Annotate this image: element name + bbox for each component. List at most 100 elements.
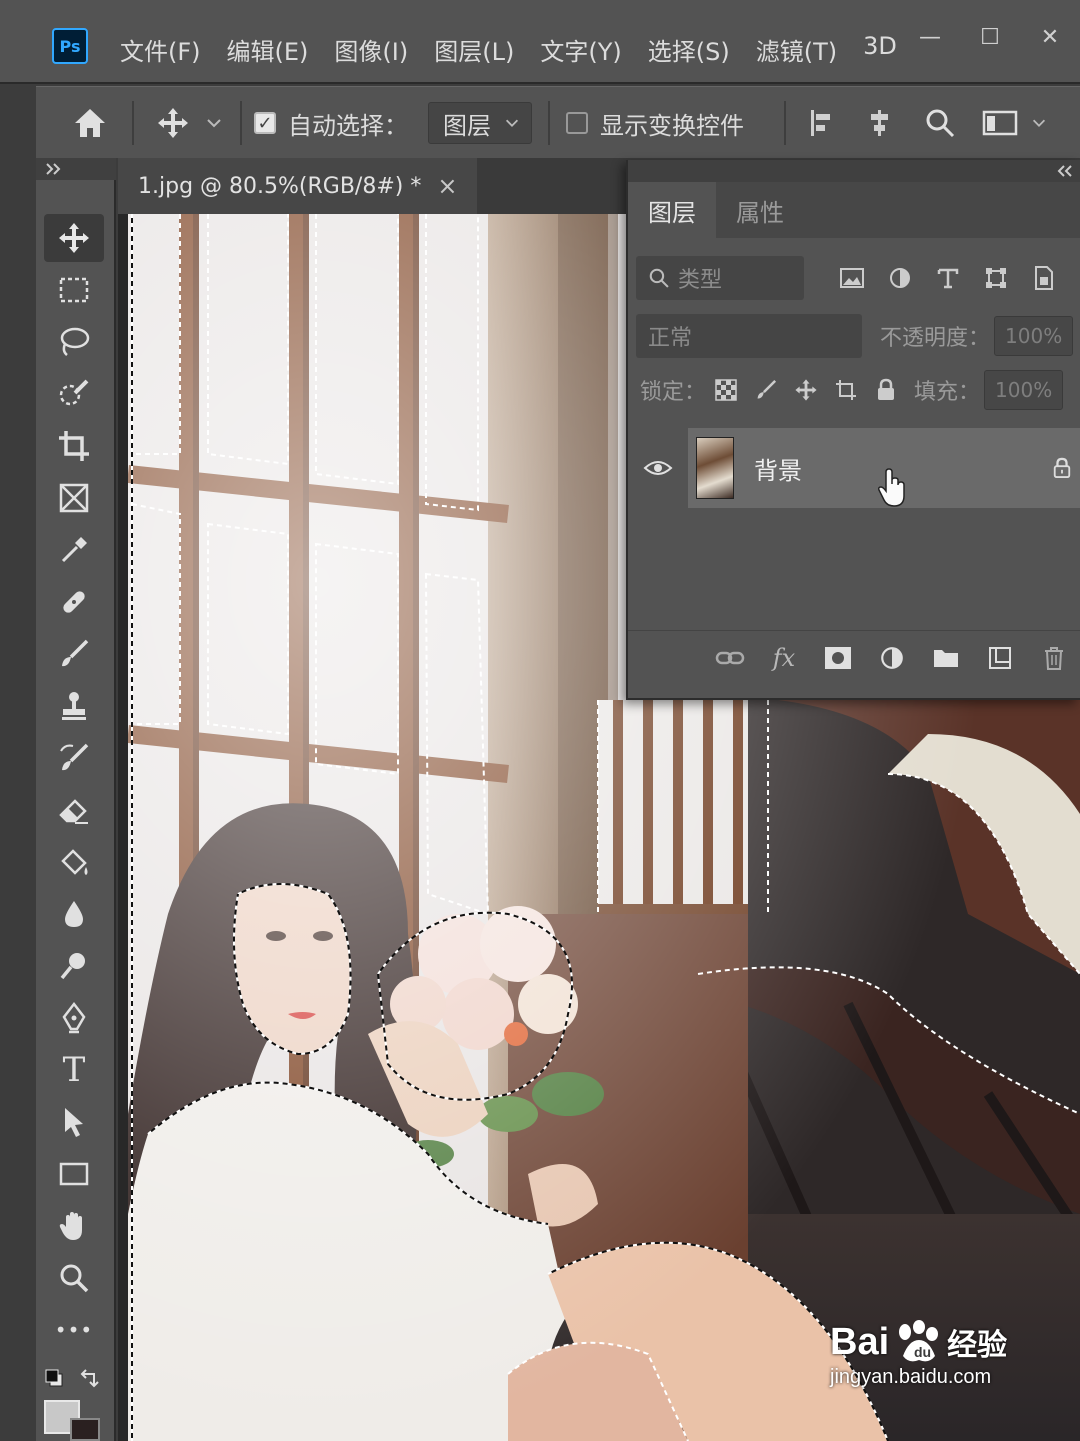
menu-type[interactable]: 文字(Y) [528,28,633,71]
show-transform-label: 显示变换控件 [600,111,744,140]
align-left-icon [811,110,830,136]
filter-type-button[interactable] [928,258,968,298]
rectangle-tool[interactable] [44,1150,104,1198]
menu-image[interactable]: 图像(I) [322,28,420,71]
tab-layers[interactable]: 图层 [628,182,716,238]
shape-transform-icon [986,268,1006,288]
auto-select-checkbox[interactable]: ✓ 自动选择： [254,87,408,159]
toolbar-collapse-strip[interactable] [36,158,116,180]
stamp-icon [62,692,86,720]
menu-file[interactable]: 文件(F) [108,28,213,71]
frame-tool[interactable] [44,474,104,522]
layer-row-background[interactable]: 背景 [688,428,1080,508]
menu-layer[interactable]: 图层(L) [422,28,526,71]
delete-layer-button[interactable] [1034,638,1074,678]
move-tool[interactable] [44,214,104,262]
layer-visibility-toggle[interactable] [638,448,678,488]
menu-filter[interactable]: 滤镜(T) [744,28,849,71]
type-tool[interactable]: T [44,1046,104,1094]
chevron-down-icon [207,119,221,128]
smart-object-icon [1035,266,1053,290]
lock-artboard-button[interactable] [826,370,866,410]
link-icon [715,651,745,664]
auto-select-target-dropdown[interactable]: 图层 [428,102,532,144]
minimize-button[interactable]: — [900,20,960,54]
tab-properties[interactable]: 属性 [716,182,804,238]
document-title: 1.jpg @ 80.5%(RGB/8#) * [138,173,422,199]
crop-tool[interactable] [44,422,104,470]
checkbox-empty-icon [566,112,588,134]
more-tools-button[interactable]: ••• [44,1306,104,1354]
eyedropper-tool[interactable] [44,526,104,574]
opacity-value: 100% [1005,324,1063,348]
blur-tool[interactable] [44,890,104,938]
lock-position-button[interactable] [786,370,826,410]
options-bar: ✓ 自动选择： 图层 显示变换控件 [36,86,1080,158]
type-icon: T [62,1050,86,1090]
maximize-button[interactable]: ☐ [960,20,1020,54]
brush-icon [757,379,777,399]
hand-tool[interactable] [44,1202,104,1250]
eye-icon [643,461,673,475]
home-icon [75,109,105,137]
panel-tabs: 图层 属性 [628,182,1080,238]
lock-all-button[interactable] [866,370,906,410]
opacity-input[interactable]: 100% [994,316,1074,356]
move-icon [795,379,817,401]
search-button[interactable] [924,87,956,159]
history-brush-tool[interactable] [44,734,104,782]
home-button[interactable] [72,87,108,159]
move-tool-preset-button[interactable] [156,87,224,159]
align-left-button[interactable] [808,87,838,159]
zoom-tool[interactable] [44,1254,104,1302]
lock-image-pixels-button[interactable] [746,370,786,410]
brush-tool[interactable] [44,630,104,678]
filter-adjustment-button[interactable] [880,258,920,298]
baidu-paw-logo-icon: du [899,1320,939,1362]
menu-edit[interactable]: 编辑(E) [215,28,321,71]
new-adjustment-layer-button[interactable] [872,638,912,678]
layer-filter-value: 类型 [678,268,723,293]
add-mask-button[interactable] [818,638,858,678]
show-transform-controls-checkbox[interactable]: 显示变换控件 [566,87,744,159]
dodge-tool[interactable] [44,942,104,990]
new-group-button[interactable] [926,638,966,678]
paint-bucket-tool[interactable] [44,838,104,886]
double-chevron-right-icon [46,163,61,175]
workspace-button[interactable] [982,87,1048,159]
clone-stamp-tool[interactable] [44,682,104,730]
water-drop-icon [65,901,83,927]
fill-input[interactable]: 100% [984,370,1064,410]
filter-pixel-button[interactable] [832,258,872,298]
lock-transparent-pixels-button[interactable] [706,370,746,410]
photoshop-logo-icon: Ps [52,28,88,64]
blend-mode-dropdown[interactable]: 正常 [636,314,862,358]
eyedropper-icon [61,537,87,563]
opacity-label: 不透明度： [880,326,991,351]
close-document-icon[interactable]: × [437,172,457,200]
align-center-button[interactable] [864,87,894,159]
document-tab[interactable]: 1.jpg @ 80.5%(RGB/8#) * × [118,158,478,214]
panel-collapse-strip[interactable] [628,160,1080,182]
new-layer-button[interactable] [980,638,1020,678]
eraser-tool[interactable] [44,786,104,834]
layer-effects-button[interactable]: fx [764,638,804,678]
healing-brush-tool[interactable] [44,578,104,626]
link-layers-button[interactable] [710,638,750,678]
background-color-swatch[interactable] [70,1418,100,1441]
path-selection-tool[interactable] [44,1098,104,1146]
close-window-button[interactable]: ✕ [1020,20,1080,54]
menu-select[interactable]: 选择(S) [636,28,742,71]
layer-name: 背景 [754,456,802,485]
pen-tool[interactable] [44,994,104,1042]
quick-selection-tool[interactable] [44,370,104,418]
filter-shape-button[interactable] [976,258,1016,298]
image-icon [840,268,864,288]
rectangular-marquee-tool[interactable] [44,266,104,314]
filter-smart-object-button[interactable] [1024,258,1064,298]
swap-colors-controls[interactable] [42,1366,106,1392]
layer-filter-select[interactable]: 类型 [636,256,804,300]
lasso-tool[interactable] [44,318,104,366]
pen-icon [62,1001,86,1034]
svg-text:du: du [914,1344,931,1360]
